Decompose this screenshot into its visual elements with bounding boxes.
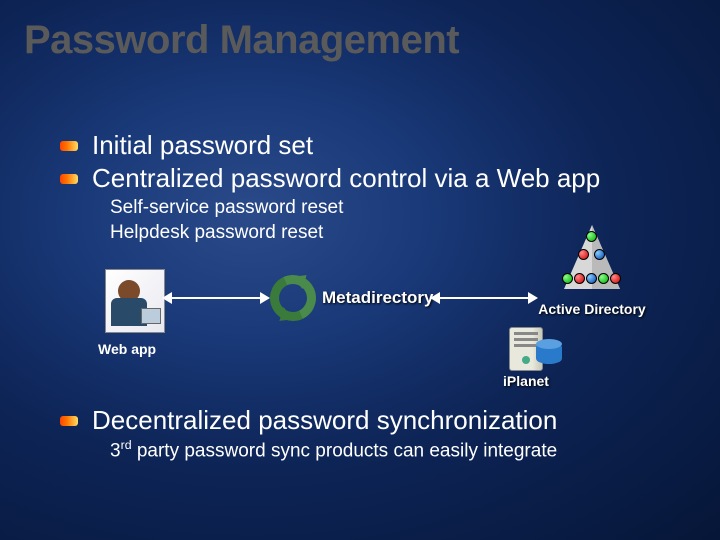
bullet-2-text: Centralized password control via a Web a… <box>92 163 600 194</box>
bullet-1-row: Initial password set <box>60 130 700 161</box>
cycle-icon <box>270 275 316 321</box>
slide-title: Password Management <box>24 18 459 63</box>
tree-icon <box>552 225 632 297</box>
active-directory-group: Active Directory <box>532 225 652 317</box>
metadirectory-group: Metadirectory <box>270 275 433 321</box>
iplanet-label: iPlanet <box>466 373 586 389</box>
third-pre: 3 <box>110 441 121 462</box>
bullet-3-row: Decentralized password synchronization <box>60 405 700 436</box>
third-post: party password sync products can easily … <box>132 441 558 462</box>
iplanet-group: iPlanet <box>466 327 586 389</box>
bullet-1-text: Initial password set <box>92 130 313 161</box>
bullet-3-text: Decentralized password synchronization <box>92 405 557 436</box>
webapp-label: Web app <box>98 341 156 357</box>
slide-content: Initial password set Centralized passwor… <box>60 130 700 463</box>
sub-bullet-1: Self-service password reset <box>110 196 700 221</box>
arrow-left-icon <box>172 297 260 299</box>
arrow-right-icon <box>440 297 528 299</box>
disk-icon <box>536 342 562 364</box>
metadirectory-label: Metadirectory <box>322 288 433 308</box>
bullet-2-row: Centralized password control via a Web a… <box>60 163 700 194</box>
bullet-icon <box>60 174 78 184</box>
sub-bullet-3: 3rd party password sync products can eas… <box>110 438 700 462</box>
server-icon <box>509 327 543 371</box>
third-sup: rd <box>121 438 132 452</box>
webapp-image <box>105 269 165 333</box>
active-directory-label: Active Directory <box>532 301 652 317</box>
bullet-icon <box>60 141 78 151</box>
diagram-area: Web app Metadirectory <box>60 251 700 401</box>
bullet-icon <box>60 416 78 426</box>
